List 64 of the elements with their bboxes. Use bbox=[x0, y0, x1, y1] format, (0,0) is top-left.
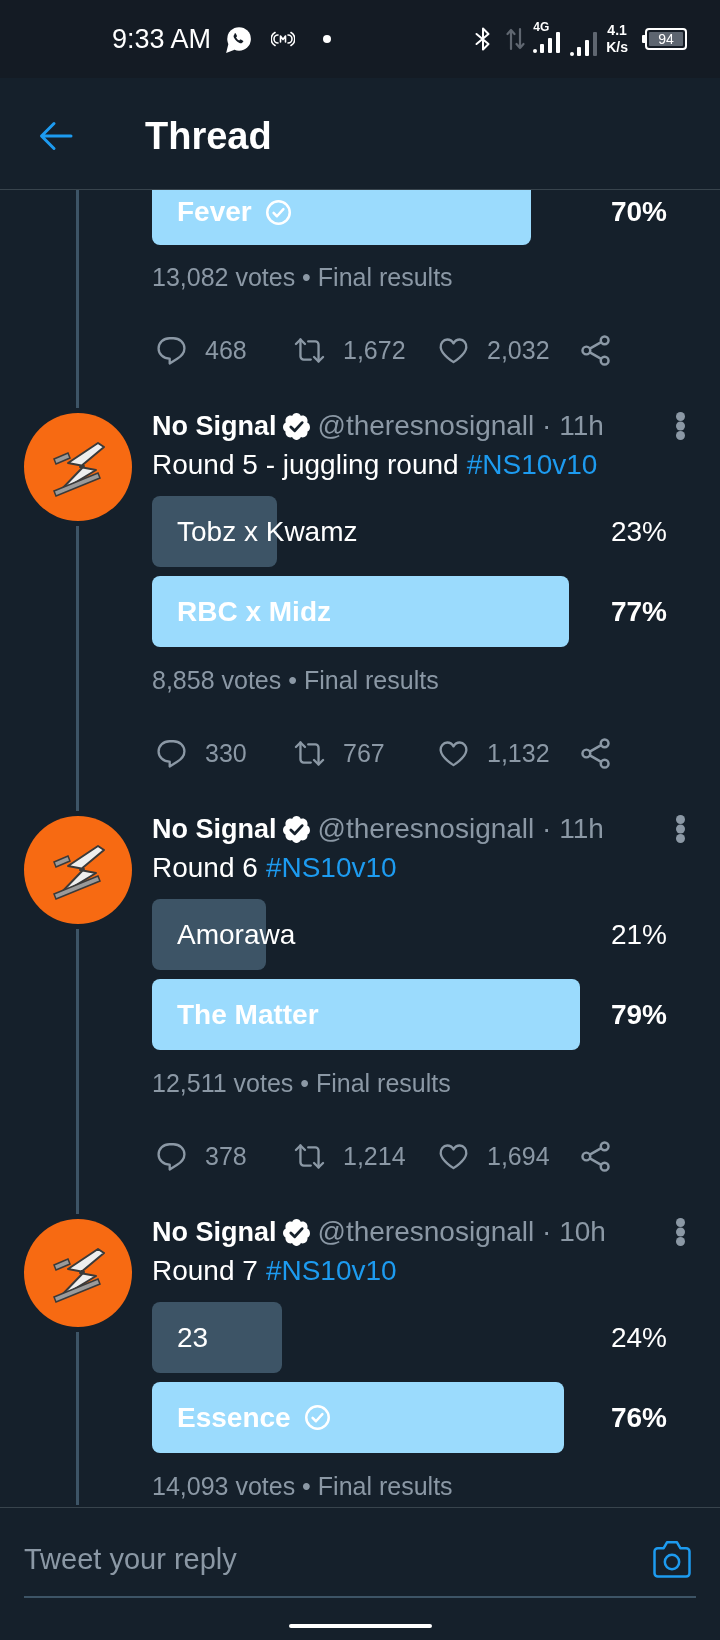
retweet-button[interactable]: 767 bbox=[294, 737, 385, 769]
reply-button[interactable]: 378 bbox=[156, 1140, 247, 1172]
bolt-avatar-icon[interactable] bbox=[24, 816, 132, 924]
tweet-text: Round 7 #NS10v10 bbox=[152, 1254, 397, 1288]
author-name[interactable]: No Signal bbox=[152, 412, 277, 440]
reply-icon bbox=[156, 334, 187, 366]
poll-percentage: 70% bbox=[610, 198, 667, 226]
more-options-icon[interactable] bbox=[676, 1218, 685, 1246]
share-icon[interactable] bbox=[580, 1140, 611, 1172]
poll-summary: 14,093 votes • Final results bbox=[152, 1471, 453, 1503]
reply-icon bbox=[156, 737, 187, 769]
like-button[interactable]: 2,032 bbox=[438, 334, 550, 366]
share-icon[interactable] bbox=[580, 737, 611, 769]
poll-summary: 13,082 votes • Final results bbox=[152, 262, 453, 294]
page-title: Thread bbox=[145, 116, 272, 155]
hashtag-link[interactable]: #NS10v10 bbox=[265, 854, 397, 882]
author-name[interactable]: No Signal bbox=[152, 815, 277, 843]
like-button[interactable]: 1,694 bbox=[438, 1140, 550, 1172]
reply-icon bbox=[156, 1140, 187, 1172]
poll-option-label: The Matter bbox=[176, 1000, 319, 1029]
reply-input-field[interactable]: Tweet your reply bbox=[24, 1522, 696, 1598]
hashtag-link[interactable]: #NS10v10 bbox=[466, 451, 598, 479]
status-time: 9:33 AM bbox=[112, 25, 212, 53]
data-transfer-icon bbox=[506, 27, 526, 51]
author-handle-time: @theresnosignall · 10h bbox=[317, 1218, 606, 1246]
poll-option-label: Fever bbox=[176, 198, 252, 226]
poll-summary: 8,858 votes • Final results bbox=[152, 665, 439, 697]
poll-percentage: 79% bbox=[610, 1000, 667, 1029]
network-speed-value: 4.1 bbox=[607, 22, 627, 39]
poll-option-label: Amorawa bbox=[176, 920, 296, 949]
poll-percentage: 23% bbox=[610, 517, 667, 546]
bolt-avatar-icon[interactable] bbox=[24, 1219, 132, 1327]
author-handle-time: @theresnosignall · 11h bbox=[317, 412, 604, 440]
chat-bubble-phone-icon bbox=[225, 25, 253, 53]
tweet-text: Round 5 - juggling round #NS10v10 bbox=[152, 448, 598, 482]
retweet-button[interactable]: 1,214 bbox=[294, 1140, 406, 1172]
network-type-label: 4G bbox=[533, 21, 550, 33]
retweet-button[interactable]: 1,672 bbox=[294, 334, 406, 366]
poll-option-label: RBC x Midz bbox=[176, 597, 331, 626]
poll-summary: 12,511 votes • Final results bbox=[152, 1068, 451, 1100]
signal-bars-icon bbox=[570, 32, 599, 56]
author-handle-time: @theresnosignall · 11h bbox=[317, 815, 604, 843]
reply-button[interactable]: 468 bbox=[156, 334, 247, 366]
like-button[interactable]: 1,132 bbox=[438, 737, 550, 769]
more-options-icon[interactable] bbox=[676, 412, 685, 440]
poll-option-label: Essence bbox=[176, 1403, 291, 1432]
poll-percentage: 24% bbox=[610, 1323, 667, 1352]
camera-icon[interactable] bbox=[652, 1539, 692, 1579]
poll-option-label: 23 bbox=[176, 1323, 209, 1352]
poll-percentage: 21% bbox=[610, 920, 667, 949]
poll-percentage: 76% bbox=[610, 1403, 667, 1432]
reply-button[interactable]: 330 bbox=[156, 737, 247, 769]
hashtag-link[interactable]: #NS10v10 bbox=[265, 1257, 397, 1285]
back-arrow-icon bbox=[39, 119, 73, 152]
more-options-icon[interactable] bbox=[676, 815, 685, 843]
author-name[interactable]: No Signal bbox=[152, 1218, 277, 1246]
poll-percentage: 77% bbox=[610, 597, 667, 626]
poll-option-label: Tobz x Kwamz bbox=[176, 517, 358, 546]
broadcast-icon bbox=[271, 31, 296, 47]
battery-percent: 94 bbox=[649, 32, 683, 46]
tweet-text: Round 6 #NS10v10 bbox=[152, 851, 397, 885]
share-icon[interactable] bbox=[580, 334, 611, 366]
bolt-avatar-icon[interactable] bbox=[24, 413, 132, 521]
network-speed-unit: K/s bbox=[606, 39, 628, 56]
